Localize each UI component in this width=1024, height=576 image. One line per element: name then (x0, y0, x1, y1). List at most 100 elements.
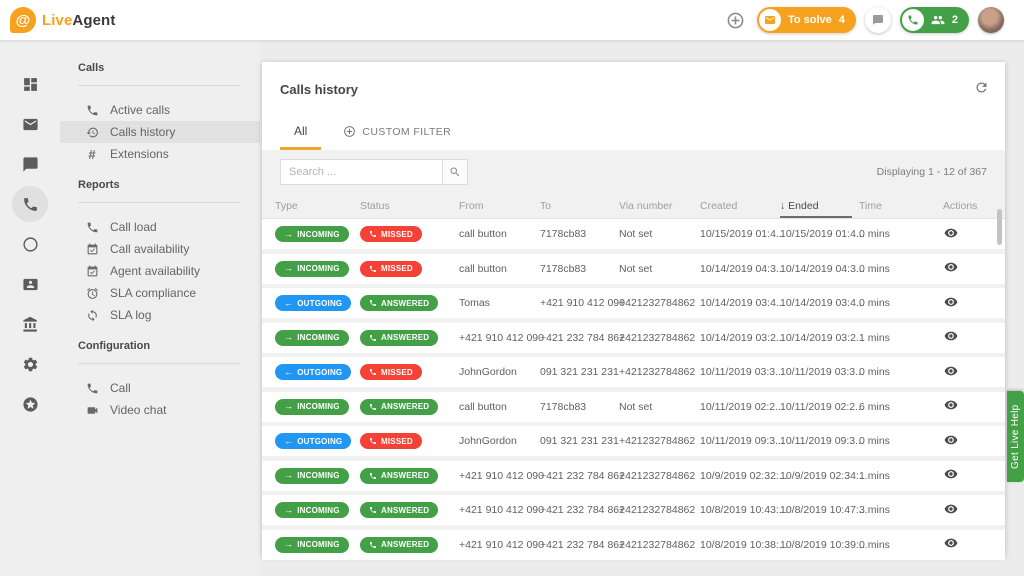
chats-button[interactable] (864, 7, 891, 33)
table-row[interactable]: → INCOMING ANSWERED call button 7178cb83 … (262, 391, 1005, 422)
table-row[interactable]: → INCOMING ANSWERED +421 910 412 090 +421… (262, 529, 1005, 560)
rail-item-dashboard[interactable] (12, 66, 48, 102)
cell-time: 0 mins (859, 228, 890, 240)
handset-icon (370, 300, 376, 306)
sidebar-item-calls-history[interactable]: Calls history (60, 121, 260, 143)
call-type-badge: ← OUTGOING (275, 295, 352, 311)
table-row[interactable]: → INCOMING ANSWERED +421 910 412 090 +421… (262, 495, 1005, 525)
table-row[interactable]: → INCOMING MISSED call button 7178cb83 No… (262, 253, 1005, 284)
cell-created: 10/14/2019 04:3... (700, 262, 785, 275)
rail-item-contact-card[interactable] (12, 266, 48, 302)
column-header-from[interactable]: From (459, 200, 540, 212)
view-call-button[interactable] (944, 329, 958, 343)
sidebar-item-sla-compliance[interactable]: SLA compliance (60, 282, 260, 304)
cell-ended: 10/11/2019 02:2... (780, 400, 864, 413)
table-row[interactable]: ← OUTGOING ANSWERED Tomas +421 910 412 09… (262, 288, 1005, 318)
cell-time: 0 mins (859, 366, 890, 378)
handset-icon (370, 438, 376, 444)
column-header-ended[interactable]: ↓ Ended (780, 194, 852, 218)
call-type-badge: → INCOMING (275, 398, 349, 415)
sidebar-item-call[interactable]: Call (60, 377, 260, 399)
call-type-badge: → INCOMING (275, 329, 349, 346)
sidebar-item-agent-availability[interactable]: Agent availability (60, 260, 260, 282)
rail-item-mail[interactable] (12, 106, 48, 142)
divider (78, 363, 240, 364)
view-call-button[interactable] (944, 398, 958, 412)
table-row[interactable]: → INCOMING ANSWERED +421 910 412 090 +421… (262, 460, 1005, 491)
add-button[interactable] (723, 8, 748, 32)
search-icon (450, 167, 460, 177)
column-header-via-number[interactable]: Via number (619, 200, 700, 212)
handset-icon (370, 507, 376, 513)
table-row[interactable]: ← OUTGOING MISSED JohnGordon 091 321 231 … (262, 426, 1005, 456)
table-row[interactable]: → INCOMING MISSED call button 7178cb83 No… (262, 219, 1005, 249)
sidebar-item-video-chat[interactable]: Video chat (60, 399, 260, 421)
column-header-time[interactable]: Time (859, 200, 922, 212)
tab-custom-filter[interactable]: CUSTOM FILTER (329, 118, 465, 150)
view-call-button[interactable] (944, 226, 958, 240)
tabs: All CUSTOM FILTER (280, 117, 987, 150)
cell-created: 10/11/2019 02:2... (700, 400, 784, 413)
sidebar-item-active-calls[interactable]: Active calls (60, 99, 260, 121)
call-type-badge: → INCOMING (275, 536, 349, 553)
rail-item-ring[interactable] (12, 226, 48, 262)
to-solve-button[interactable]: To solve 4 (756, 7, 856, 33)
cell-ended: 10/15/2019 01:4... (780, 228, 865, 240)
handset-icon (370, 369, 376, 375)
rail-item-gear[interactable] (12, 346, 48, 382)
table-scrollbar[interactable] (997, 209, 1002, 245)
call-status-badge: MISSED (360, 226, 422, 242)
handset-icon (370, 265, 376, 272)
table-row[interactable]: → INCOMING ANSWERED +421 910 412 090 +421… (262, 322, 1005, 353)
get-live-help-button[interactable]: Get Live Help (1007, 391, 1024, 482)
rail-item-chat[interactable] (12, 146, 48, 182)
cell-time: 1 mins (859, 469, 890, 482)
sidebar-item-sla-log[interactable]: SLA log (60, 304, 260, 326)
user-avatar[interactable] (978, 7, 1004, 33)
cell-created: 10/8/2019 10:38:... (700, 538, 788, 551)
chat-icon (22, 156, 38, 172)
cell-to: 091 321 231 231 (540, 435, 619, 447)
view-call-button[interactable] (944, 433, 958, 447)
view-call-button[interactable] (944, 502, 958, 516)
rail-item-phone[interactable] (12, 186, 48, 222)
rail-item-star-circle[interactable] (12, 386, 48, 422)
eye-icon (944, 297, 958, 306)
cell-to: 7178cb83 (540, 400, 587, 413)
column-header-type[interactable]: Type (275, 200, 360, 212)
cell-via-number: +421232784862 (619, 435, 696, 447)
view-call-button[interactable] (944, 295, 958, 309)
cell-ended: 10/14/2019 03:2... (780, 331, 865, 344)
direction-arrow-icon: → (284, 263, 294, 273)
sidebar-item-call-load[interactable]: Call load (60, 216, 260, 238)
divider (78, 85, 240, 86)
sidebar-section-title: Reports (78, 179, 120, 191)
column-header-to[interactable]: To (540, 200, 619, 212)
tab-all[interactable]: All (280, 117, 322, 150)
to-solve-label: To solve (787, 14, 832, 26)
table-row[interactable]: ← OUTGOING MISSED JohnGordon 091 321 231 … (262, 357, 1005, 387)
sidebar-item-call-availability[interactable]: Call availability (60, 238, 260, 260)
sidebar-item-extensions[interactable]: # Extensions (60, 143, 260, 165)
view-call-button[interactable] (944, 364, 958, 378)
view-call-button[interactable] (944, 536, 958, 550)
cell-ended: 10/9/2019 02:34:... (780, 469, 868, 482)
cell-to: +421 232 784 862 (540, 469, 625, 482)
liveagent-logo[interactable]: @ LiveAgent (0, 7, 115, 33)
direction-arrow-icon: ← (284, 297, 294, 308)
refresh-button[interactable] (974, 80, 989, 100)
cell-to: 091 321 231 231 (540, 366, 619, 378)
topbar-controls: To solve 4 2 (723, 7, 1024, 33)
search-button[interactable] (442, 159, 468, 185)
agents-online-button[interactable]: 2 (899, 7, 969, 33)
column-header-created[interactable]: Created (700, 200, 780, 212)
circled-plus-icon (344, 126, 356, 137)
view-call-button[interactable] (944, 260, 958, 274)
call-status-badge: ANSWERED (360, 295, 439, 311)
rail-item-bank[interactable] (12, 306, 48, 342)
view-call-button[interactable] (944, 467, 958, 481)
panel-header: Calls history All CUSTOM FILTER (262, 62, 1005, 150)
search-input[interactable] (280, 159, 442, 185)
column-header-status[interactable]: Status (360, 200, 459, 212)
cell-time: 0 mins (859, 297, 890, 309)
